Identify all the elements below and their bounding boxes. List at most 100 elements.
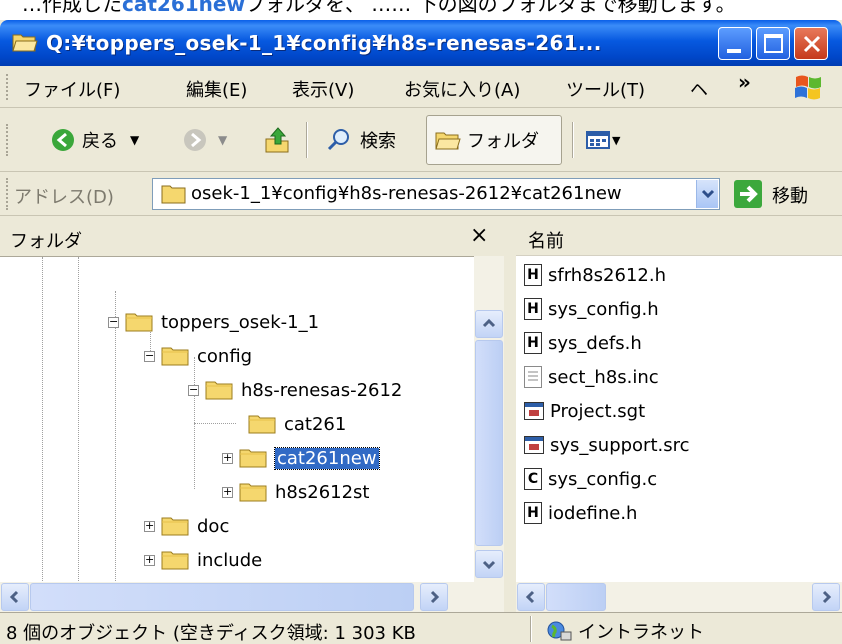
up-folder-icon <box>265 127 289 153</box>
file-name: sfrh8s2612.h <box>548 264 666 286</box>
file-item[interactable]: C sys_config.c <box>524 464 657 494</box>
header-file-icon: H <box>524 298 542 320</box>
expand-icon[interactable]: + <box>144 520 155 532</box>
collapse-icon[interactable]: − <box>188 384 199 396</box>
doc-text-prefix: …作成した <box>22 0 122 16</box>
tree-line <box>42 257 43 583</box>
address-value: osek-1_1¥config¥h8s-renesas-2612¥cat261n… <box>191 183 622 204</box>
minimize-button[interactable] <box>718 27 752 60</box>
expand-icon[interactable]: + <box>222 452 233 464</box>
scroll-right-button[interactable] <box>420 583 448 611</box>
folder-icon <box>125 311 153 333</box>
header-file-icon: H <box>524 332 542 354</box>
minimize-icon <box>727 49 741 53</box>
file-item[interactable]: sys_support.src <box>524 430 690 460</box>
chevron-right-icon <box>822 590 832 604</box>
back-dropdown-icon[interactable]: ▼ <box>130 133 139 147</box>
tree-item-config[interactable]: − config <box>144 339 252 373</box>
address-input[interactable]: osek-1_1¥config¥h8s-renesas-2612¥cat261n… <box>152 178 720 210</box>
folder-icon <box>205 379 233 401</box>
tree-item-label: toppers_osek-1_1 <box>161 311 320 333</box>
file-item[interactable]: H sfrh8s2612.h <box>524 260 666 290</box>
file-item[interactable]: sect_h8s.inc <box>524 362 659 392</box>
scroll-right-button[interactable] <box>812 583 840 611</box>
menu-edit[interactable]: 編集(E) <box>186 76 247 102</box>
forward-dropdown-icon[interactable]: ▼ <box>218 133 227 147</box>
file-list-horizontal-scrollbar[interactable] <box>516 582 842 612</box>
folders-pane-close-button[interactable]: × <box>470 223 488 248</box>
close-button[interactable] <box>794 27 828 60</box>
forward-button[interactable]: ▼ <box>184 120 227 160</box>
folder-tree-vertical-scrollbar[interactable] <box>474 256 504 582</box>
tree-item-toppers-osek[interactable]: − toppers_osek-1_1 <box>108 305 319 339</box>
scroll-thumb[interactable] <box>30 583 414 611</box>
address-grip[interactable] <box>6 178 9 210</box>
toolbar-grip[interactable] <box>6 124 9 156</box>
menu-file[interactable]: ファイル(F) <box>24 76 120 102</box>
tree-item-include[interactable]: + include <box>144 543 262 577</box>
back-arrow-icon <box>52 129 74 151</box>
tree-item-label: include <box>197 549 263 571</box>
file-name: sect_h8s.inc <box>548 366 659 388</box>
folder-tree-horizontal-scrollbar[interactable] <box>0 582 504 612</box>
address-dropdown-button[interactable] <box>696 180 718 208</box>
tree-item-cat261[interactable]: cat261 <box>248 407 346 441</box>
tree-item-label: h8s2612st <box>275 481 370 503</box>
menu-view[interactable]: 表示(V) <box>292 76 354 102</box>
chevron-down-icon <box>482 560 496 570</box>
scroll-down-button[interactable] <box>475 550 503 578</box>
expand-icon[interactable]: + <box>222 486 233 498</box>
search-button[interactable]: 検索 <box>326 120 396 160</box>
file-name: sys_support.src <box>550 434 690 456</box>
maximize-icon <box>764 34 783 53</box>
standard-toolbar: 戻る ▼ ▼ 検索 フォルダ ▼ <box>0 108 842 172</box>
scroll-left-button[interactable] <box>1 583 29 611</box>
file-item[interactable]: H sys_config.h <box>524 294 659 324</box>
file-item[interactable]: H sys_defs.h <box>524 328 642 358</box>
file-list: H sfrh8s2612.h H sys_config.h H sys_defs… <box>516 256 842 582</box>
collapse-icon[interactable]: − <box>144 350 155 362</box>
files-column-header[interactable]: 名前 <box>516 218 842 256</box>
folders-toggle-button[interactable]: フォルダ <box>426 115 562 165</box>
search-label: 検索 <box>360 131 396 152</box>
scroll-up-button[interactable] <box>475 310 503 338</box>
pane-splitter[interactable] <box>504 218 516 612</box>
address-bar: アドレス(D) osek-1_1¥config¥h8s-renesas-2612… <box>0 172 842 216</box>
view-grid-icon <box>586 131 610 149</box>
scroll-left-button[interactable] <box>517 583 545 611</box>
application-file-icon <box>524 402 544 420</box>
folders-pane-title: フォルダ <box>10 231 82 252</box>
scroll-thumb[interactable] <box>475 340 503 546</box>
folders-label: フォルダ <box>467 131 539 152</box>
tree-item-cat261new[interactable]: + cat261new <box>222 441 380 475</box>
menu-help[interactable]: ヘ <box>690 76 708 102</box>
tree-line <box>78 257 79 583</box>
views-button[interactable]: ▼ <box>586 120 620 160</box>
menu-grip[interactable] <box>6 74 9 100</box>
title-bar[interactable]: Q:¥toppers_osek-1_1¥config¥h8s-renesas-2… <box>0 20 842 66</box>
up-folder-button[interactable] <box>262 120 292 160</box>
go-label[interactable]: 移動 <box>772 182 808 208</box>
go-button[interactable] <box>734 180 762 208</box>
tree-item-label-selected: cat261new <box>274 446 380 470</box>
scroll-thumb[interactable] <box>546 583 606 611</box>
tree-item-h8s-renesas[interactable]: − h8s-renesas-2612 <box>188 373 402 407</box>
menu-favorites[interactable]: お気に入り(A) <box>404 76 520 102</box>
expand-icon[interactable]: + <box>144 554 155 566</box>
folder-tree: − toppers_osek-1_1 − config − h8s-renesa… <box>0 256 504 583</box>
menu-more-chevron[interactable]: » <box>738 70 751 94</box>
go-arrow-icon <box>740 185 758 203</box>
collapse-icon[interactable]: − <box>108 316 119 328</box>
maximize-button[interactable] <box>756 27 790 60</box>
folder-icon <box>161 515 189 537</box>
back-button[interactable]: 戻る ▼ <box>52 120 139 160</box>
tree-item-h8s2612st[interactable]: + h8s2612st <box>222 475 369 509</box>
views-dropdown-icon: ▼ <box>612 133 621 147</box>
folders-pane-header: フォルダ × <box>0 218 518 256</box>
menu-tools[interactable]: ツール(T) <box>566 76 645 102</box>
name-column-header[interactable]: 名前 <box>528 227 564 253</box>
status-zone-label: イントラネット <box>578 622 704 643</box>
file-item[interactable]: H iodefine.h <box>524 498 637 528</box>
tree-item-doc[interactable]: + doc <box>144 509 229 543</box>
file-item[interactable]: Project.sgt <box>524 396 645 426</box>
